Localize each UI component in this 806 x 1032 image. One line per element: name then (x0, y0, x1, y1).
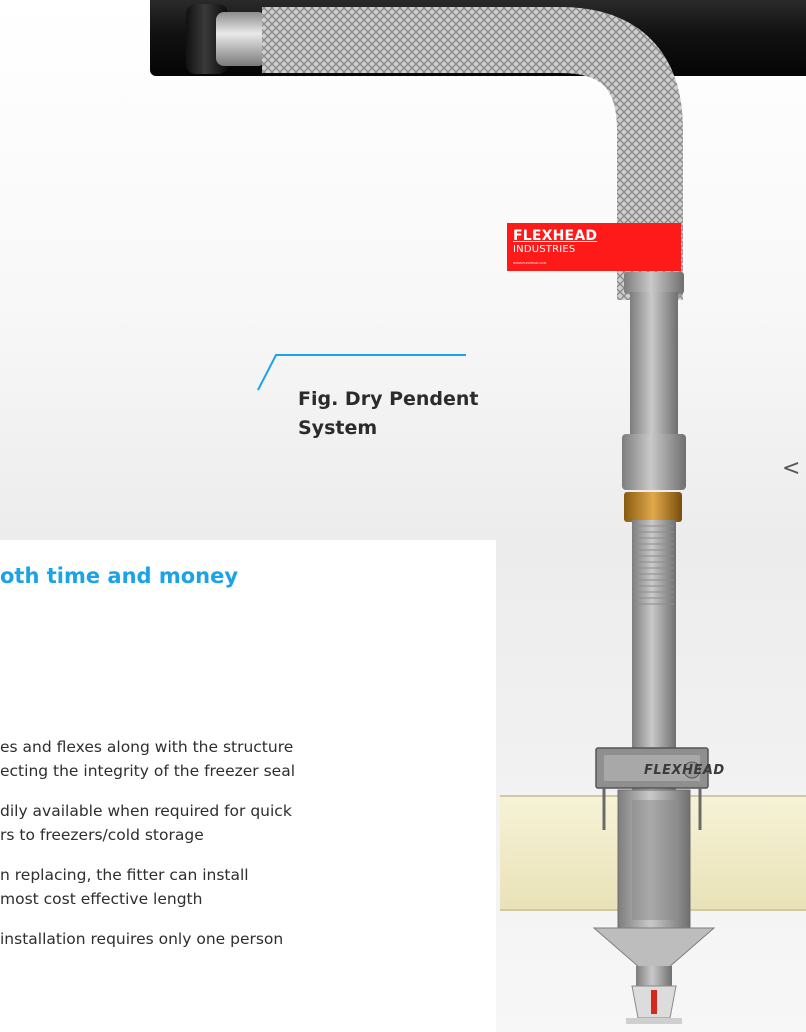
list-item-line: rs to freezers/cold storage (0, 826, 204, 844)
chevron-left-icon[interactable]: < (782, 456, 800, 481)
list-item-line: n replacing, the fitter can install (0, 866, 249, 884)
list-item-line: installation requires only one person (0, 930, 284, 948)
list-item: installation requires only one person (0, 927, 295, 951)
list-item-line: es and flexes along with the structure (0, 738, 294, 756)
list-item-line: ecting the integrity of the freezer seal (0, 762, 296, 780)
list-item: es and flexes along with the structure e… (0, 735, 295, 783)
caption-line-2: System (298, 417, 378, 439)
benefits-list: es and flexes along with the structure e… (0, 735, 295, 967)
list-item-line: dily available when required for quick (0, 802, 292, 820)
figure-caption: Fig. Dry Pendent System (298, 385, 508, 443)
list-item: n replacing, the fitter can install most… (0, 863, 295, 911)
list-item-line: most cost effective length (0, 890, 203, 908)
list-item: dily available when required for quick r… (0, 799, 295, 847)
section-heading: oth time and money (0, 564, 239, 588)
caption-line-1: Fig. Dry Pendent (298, 388, 479, 410)
